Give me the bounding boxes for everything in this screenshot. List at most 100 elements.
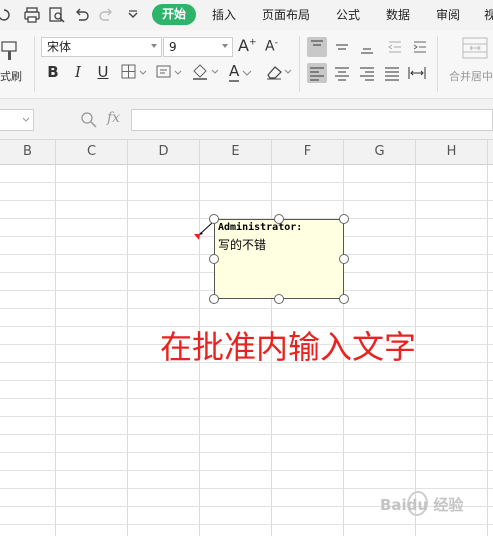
align-bottom-icon	[361, 48, 373, 54]
underline-button[interactable]: U	[93, 62, 113, 82]
grid-line	[0, 452, 493, 453]
align-right-icon	[360, 67, 374, 81]
grid-line	[0, 416, 493, 417]
grid-line	[0, 470, 493, 471]
resize-handle[interactable]	[274, 214, 284, 224]
column-header-f[interactable]: F	[272, 140, 343, 164]
comment-box[interactable]: Administrator: 写的不错	[214, 219, 344, 299]
align-middle-button[interactable]	[332, 37, 352, 57]
justify-icon	[385, 67, 399, 81]
font-size-value: 9	[169, 40, 177, 54]
print-icon[interactable]	[23, 6, 41, 24]
clear-format-icon[interactable]	[264, 63, 294, 81]
grid-line	[0, 524, 493, 525]
shrink-font-icon: A	[265, 38, 275, 55]
shrink-font-button[interactable]: A-	[265, 38, 278, 55]
baidu-watermark: Baidu 经验	[378, 484, 488, 524]
tab-insert[interactable]: 插入	[212, 6, 236, 24]
divider	[34, 36, 35, 92]
increase-indent-icon	[413, 41, 426, 53]
decrease-indent-icon	[388, 41, 401, 53]
resize-handle[interactable]	[209, 254, 219, 264]
comment-author: Administrator:	[218, 222, 303, 233]
font-name-value: 宋体	[47, 40, 72, 54]
align-left-button[interactable]	[307, 63, 327, 83]
resize-handle[interactable]	[209, 214, 219, 224]
column-header-g[interactable]: G	[344, 140, 415, 164]
comment-text[interactable]: 写的不错	[218, 236, 266, 253]
grow-font-button[interactable]: A+	[238, 36, 257, 55]
format-painter-icon[interactable]	[0, 38, 20, 62]
grid-line	[0, 200, 493, 201]
resize-handle[interactable]	[339, 254, 349, 264]
cell-style-icon[interactable]	[156, 64, 184, 80]
grid-line	[0, 380, 493, 381]
grow-font-icon: A	[238, 36, 249, 55]
resize-handle[interactable]	[274, 294, 284, 304]
column-header-h[interactable]: H	[416, 140, 487, 164]
format-painter-label[interactable]: 式刷	[0, 68, 22, 84]
chevron-down-icon	[151, 44, 157, 48]
align-top-button[interactable]	[307, 37, 327, 57]
decrease-indent-button[interactable]	[385, 37, 405, 57]
merge-center-icon[interactable]	[462, 37, 488, 59]
align-center-icon	[335, 67, 349, 81]
formula-bar: fx	[0, 99, 493, 140]
redo-icon[interactable]	[0, 6, 14, 24]
tab-home[interactable]: 开始	[152, 4, 196, 25]
align-left-icon	[310, 67, 324, 81]
font-size-select[interactable]: 9	[163, 37, 233, 57]
column-header-c[interactable]: C	[56, 140, 127, 164]
distributed-align-icon	[408, 67, 426, 79]
print-preview-icon[interactable]	[48, 6, 66, 24]
watermark-text: Baidu 经验	[380, 496, 464, 514]
grid-line	[0, 398, 493, 399]
formula-input[interactable]	[131, 109, 493, 131]
align-bottom-button[interactable]	[357, 37, 377, 57]
italic-button[interactable]: I	[68, 62, 88, 82]
chevron-down-icon	[22, 117, 30, 122]
divider	[299, 36, 300, 92]
bold-button[interactable]: B	[43, 62, 63, 82]
chevron-down-icon[interactable]	[242, 70, 252, 76]
font-name-select[interactable]: 宋体	[41, 37, 162, 57]
customize-icon[interactable]	[124, 6, 142, 24]
undo-icon[interactable]	[73, 6, 91, 24]
column-header-row: B C D E F G H	[0, 140, 493, 165]
font-color-icon: A	[229, 62, 240, 82]
resize-handle[interactable]	[209, 294, 219, 304]
increase-indent-button[interactable]	[410, 37, 430, 57]
column-header-e[interactable]: E	[200, 140, 271, 164]
distributed-align-button[interactable]	[407, 63, 427, 83]
fill-color-icon[interactable]	[191, 63, 221, 81]
column-header-b[interactable]: B	[0, 140, 55, 164]
grid-line	[0, 434, 493, 435]
chevron-down-icon	[222, 44, 228, 48]
resize-handle[interactable]	[339, 294, 349, 304]
align-top-icon	[311, 40, 323, 46]
justify-button[interactable]	[382, 63, 402, 83]
tab-review[interactable]: 审阅	[436, 6, 460, 24]
column-header-d[interactable]: D	[128, 140, 199, 164]
tab-page-layout[interactable]: 页面布局	[262, 6, 310, 24]
border-icon[interactable]	[121, 64, 149, 80]
zoom-icon[interactable]	[80, 111, 98, 129]
align-center-button[interactable]	[332, 63, 352, 83]
menu-bar: 开始 插入 页面布局 公式 数据 审阅 视	[0, 0, 493, 30]
tab-view[interactable]: 视	[484, 6, 493, 24]
insert-function-button[interactable]: fx	[107, 110, 120, 126]
tab-formulas[interactable]: 公式	[336, 6, 360, 24]
divider	[437, 36, 438, 92]
merge-center-label[interactable]: 合并居中	[449, 68, 493, 84]
grid-line	[0, 308, 493, 309]
font-color-button[interactable]: A	[229, 62, 240, 82]
resize-handle[interactable]	[339, 214, 349, 224]
name-box[interactable]	[0, 109, 34, 131]
align-right-button[interactable]	[357, 63, 377, 83]
grid-line	[0, 182, 493, 183]
tab-data[interactable]: 数据	[386, 6, 410, 24]
instruction-overlay: 在批准内输入文字	[160, 328, 417, 366]
align-middle-icon	[336, 44, 348, 50]
redo-disabled-icon[interactable]	[97, 6, 115, 24]
ribbon-toolbar: 式刷 宋体 9 A+ A- B I U A 合并居中	[0, 30, 493, 99]
